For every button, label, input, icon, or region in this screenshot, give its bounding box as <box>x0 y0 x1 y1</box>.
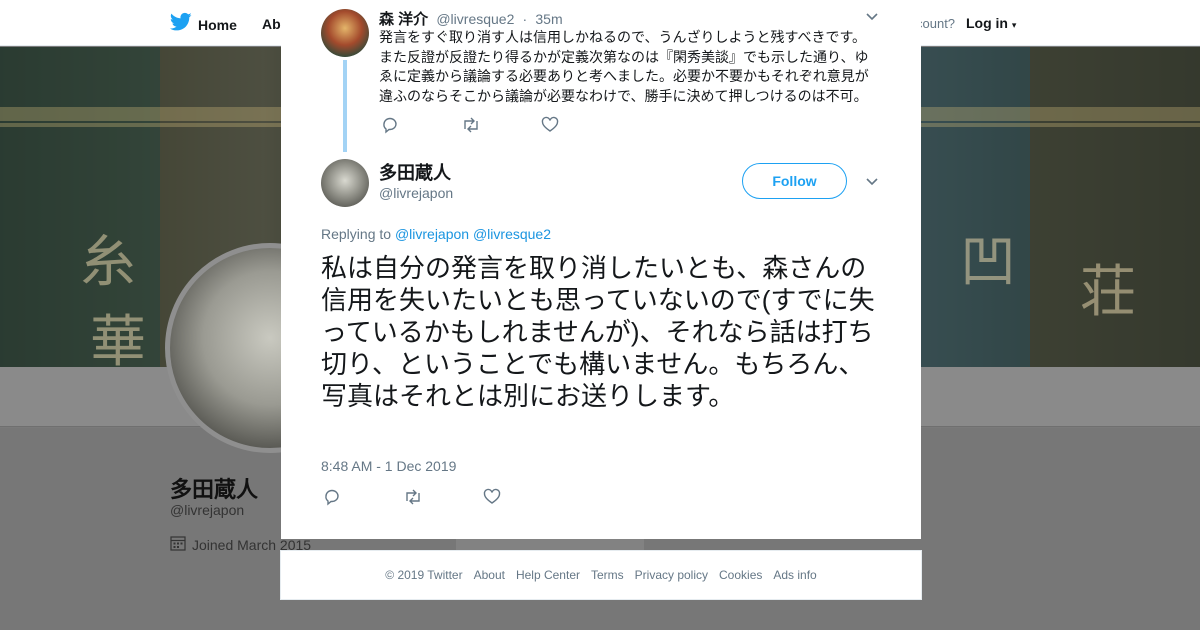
footer-copyright: © 2019 Twitter <box>385 568 463 582</box>
caret-down-icon: ▾ <box>1011 20 1017 30</box>
like-button[interactable] <box>541 116 621 139</box>
chevron-down-icon <box>865 175 879 192</box>
meta-separator: · <box>522 11 528 27</box>
replying-prefix: Replying to <box>321 226 392 242</box>
reply-author-name[interactable]: 森 洋介 <box>379 11 428 28</box>
login-label: Log in <box>966 15 1008 31</box>
tweet-text: 私は自分の発言を取り消したいとも、森さんの信用を失いたいとも思っていないので(す… <box>321 253 875 411</box>
tweet-author-avatar[interactable] <box>321 159 369 207</box>
profile-name: 多田蔵人 <box>170 477 259 502</box>
reply-tweet-actions <box>381 116 621 139</box>
like-icon <box>483 488 501 511</box>
replying-to-line: Replying to @livrejapon @livresque2 <box>321 226 551 242</box>
reply-icon <box>323 488 341 511</box>
login-button[interactable]: Log in ▾ <box>966 15 1016 31</box>
like-icon <box>541 116 559 139</box>
footer-cookies-link[interactable]: Cookies <box>719 568 762 582</box>
tweet-author-name[interactable]: 多田蔵人 <box>379 159 451 185</box>
reply-tweet-header: 森 洋介 @livresque2 · 35m <box>379 8 563 29</box>
retweet-button[interactable] <box>403 489 483 509</box>
mention-link[interactable]: @livrejapon <box>395 226 469 242</box>
conversation-thread-line <box>343 60 347 152</box>
footer-help-link[interactable]: Help Center <box>516 568 580 582</box>
chevron-down-icon <box>865 10 879 27</box>
retweet-button[interactable] <box>461 117 541 137</box>
profile-handle: @livrejapon <box>170 502 245 518</box>
tweet-menu[interactable] <box>865 174 879 193</box>
reply-author-handle[interactable]: @livresque2 <box>436 11 514 27</box>
mention-link[interactable]: @livresque2 <box>473 226 551 242</box>
account-prompt: count? <box>916 16 956 31</box>
reply-time-ago[interactable]: 35m <box>535 11 562 27</box>
retweet-icon <box>461 116 481 139</box>
tweet-timestamp[interactable]: 8:48 AM - 1 Dec 2019 <box>321 458 456 474</box>
footer-terms-link[interactable]: Terms <box>591 568 624 582</box>
modal-footer: © 2019 Twitter About Help Center Terms P… <box>280 550 922 600</box>
reply-button[interactable] <box>323 489 403 509</box>
reply-author-avatar[interactable] <box>321 9 369 57</box>
tweet-actions <box>323 488 563 511</box>
twitter-bird-icon <box>169 12 192 37</box>
footer-ads-link[interactable]: Ads info <box>773 568 816 582</box>
calendar-icon <box>170 535 186 554</box>
reply-icon <box>381 116 399 139</box>
follow-button[interactable]: Follow <box>742 163 847 199</box>
home-label: Home <box>198 16 237 33</box>
tweet-author-handle[interactable]: @livrejapon <box>379 185 453 201</box>
footer-privacy-link[interactable]: Privacy policy <box>635 568 708 582</box>
tweet-permalink-modal: 森 洋介 @livresque2 · 35m 発言をすぐ取り消す人は信用しかねる… <box>281 0 921 539</box>
reply-button[interactable] <box>381 117 461 137</box>
close-icon <box>1152 14 1180 42</box>
footer-about-link[interactable]: About <box>474 568 505 582</box>
retweet-icon <box>403 488 423 511</box>
close-modal-button[interactable] <box>1152 10 1180 38</box>
home-link[interactable]: Home <box>169 12 237 37</box>
like-button[interactable] <box>483 488 563 511</box>
reply-tweet-text: 発言をすぐ取り消す人は信用しかねるので、うんざりしようと残すべきです。また反證が… <box>379 29 869 104</box>
reply-tweet-menu[interactable] <box>865 9 879 28</box>
